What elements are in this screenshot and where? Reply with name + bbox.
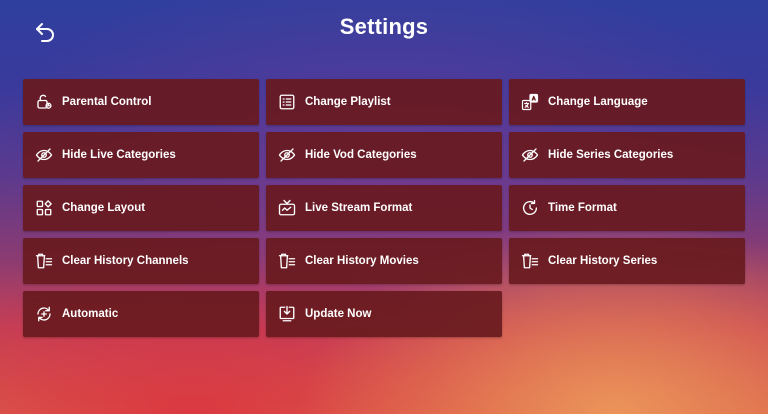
change-language-button[interactable]: Change Language	[509, 79, 745, 125]
tile-label: Clear History Series	[548, 255, 658, 267]
hide-vod-categories-button[interactable]: Hide Vod Categories	[266, 132, 502, 178]
auto-refresh-icon	[35, 305, 53, 323]
playlist-icon	[278, 93, 296, 111]
time-format-button[interactable]: Time Format	[509, 185, 745, 231]
clear-list-icon	[35, 252, 53, 270]
tile-label: Update Now	[305, 308, 372, 320]
eye-off-icon	[521, 146, 539, 164]
change-layout-button[interactable]: Change Layout	[23, 185, 259, 231]
tile-label: Hide Live Categories	[62, 149, 176, 161]
tile-label: Hide Series Categories	[548, 149, 674, 161]
clear-history-series-button[interactable]: Clear History Series	[509, 238, 745, 284]
parental-control-button[interactable]: Parental Control	[23, 79, 259, 125]
hide-live-categories-button[interactable]: Hide Live Categories	[23, 132, 259, 178]
clear-history-movies-button[interactable]: Clear History Movies	[266, 238, 502, 284]
tile-label: Change Layout	[62, 202, 146, 214]
update-now-button[interactable]: Update Now	[266, 291, 502, 337]
change-playlist-button[interactable]: Change Playlist	[266, 79, 502, 125]
layout-icon	[35, 199, 53, 217]
download-icon	[278, 305, 296, 323]
tile-label: Time Format	[548, 202, 617, 214]
page-title: Settings	[339, 14, 429, 39]
tile-label: Change Language	[548, 96, 648, 108]
language-icon	[521, 93, 539, 111]
tile-label: Clear History Channels	[62, 255, 189, 267]
clock-icon	[521, 199, 539, 217]
hide-series-categories-button[interactable]: Hide Series Categories	[509, 132, 745, 178]
eye-off-icon	[35, 146, 53, 164]
lock-settings-icon	[35, 93, 53, 111]
tv-icon	[278, 199, 296, 217]
eye-off-icon	[278, 146, 296, 164]
tile-label: Hide Vod Categories	[305, 149, 417, 161]
tile-label: Change Playlist	[305, 96, 391, 108]
live-stream-format-button[interactable]: Live Stream Format	[266, 185, 502, 231]
clear-history-channels-button[interactable]: Clear History Channels	[23, 238, 259, 284]
tile-label: Parental Control	[62, 96, 152, 108]
clear-list-icon	[521, 252, 539, 270]
tile-label: Automatic	[62, 308, 119, 320]
tile-label: Live Stream Format	[305, 202, 413, 214]
tile-label: Clear History Movies	[305, 255, 419, 267]
automatic-button[interactable]: Automatic	[23, 291, 259, 337]
settings-grid: Parental Control Change Playlist Change …	[23, 79, 745, 337]
clear-list-icon	[278, 252, 296, 270]
